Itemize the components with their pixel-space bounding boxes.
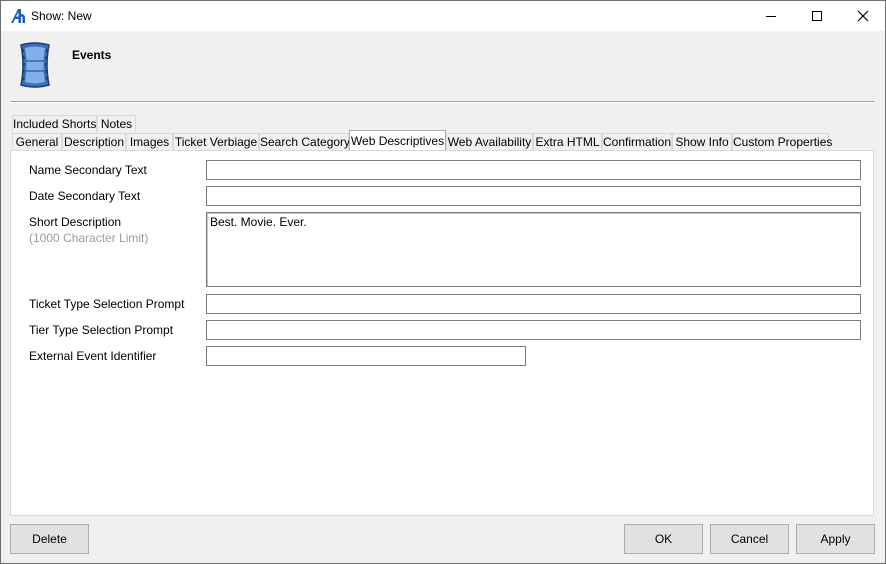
tab-custom-properties[interactable]: Custom Properties	[732, 133, 832, 150]
maximize-button[interactable]	[794, 1, 840, 31]
header-title: Events	[72, 48, 112, 62]
close-icon	[857, 10, 869, 22]
ok-button[interactable]: OK	[624, 524, 703, 554]
ticket-type-prompt-label: Ticket Type Selection Prompt	[29, 297, 185, 311]
date-secondary-input[interactable]	[206, 186, 861, 206]
tab-show-info[interactable]: Show Info	[672, 133, 732, 150]
name-secondary-label: Name Secondary Text	[29, 163, 147, 177]
dialog-window: Show: New Events Included Shorts Notes G…	[0, 0, 886, 564]
minimize-button[interactable]	[748, 1, 794, 31]
apply-button[interactable]: Apply	[796, 524, 875, 554]
date-secondary-label: Date Secondary Text	[29, 189, 141, 203]
tier-type-prompt-label: Tier Type Selection Prompt	[29, 323, 174, 337]
delete-button[interactable]: Delete	[10, 524, 89, 554]
tab-ticket-verbiage[interactable]: Ticket Verbiage	[173, 133, 259, 150]
tab-images[interactable]: Images	[126, 133, 173, 150]
maximize-icon	[812, 11, 822, 21]
character-limit-hint: (1000 Character Limit)	[29, 231, 149, 245]
external-event-id-input[interactable]	[206, 346, 526, 366]
tab-notes[interactable]: Notes	[97, 115, 136, 132]
tab-web-availability[interactable]: Web Availability	[446, 133, 533, 150]
close-button[interactable]	[840, 1, 885, 31]
tab-extra-html[interactable]: Extra HTML	[533, 133, 602, 150]
minimize-icon	[766, 16, 776, 17]
tab-description[interactable]: Description	[62, 133, 126, 150]
window-title: Show: New	[31, 9, 92, 23]
tab-web-descriptives[interactable]: Web Descriptives	[349, 130, 446, 150]
tab-confirmation[interactable]: Confirmation	[602, 133, 672, 150]
tab-search-category[interactable]: Search Category	[259, 133, 350, 150]
short-description-textarea[interactable]: Best. Movie. Ever.	[206, 212, 861, 287]
web-descriptives-panel: Name Secondary Text Date Secondary Text …	[10, 150, 874, 516]
external-event-id-label: External Event Identifier	[29, 349, 157, 363]
short-description-label: Short Description	[29, 215, 122, 229]
cancel-button[interactable]: Cancel	[710, 524, 789, 554]
tab-general[interactable]: General	[12, 133, 62, 150]
header-divider	[10, 101, 874, 103]
tab-included-shorts[interactable]: Included Shorts	[12, 115, 97, 132]
title-bar: Show: New	[1, 1, 885, 31]
name-secondary-input[interactable]	[206, 160, 861, 180]
app-logo-icon	[11, 9, 25, 23]
ticket-type-prompt-input[interactable]	[206, 294, 861, 314]
tier-type-prompt-input[interactable]	[206, 320, 861, 340]
film-strip-icon	[20, 42, 50, 88]
